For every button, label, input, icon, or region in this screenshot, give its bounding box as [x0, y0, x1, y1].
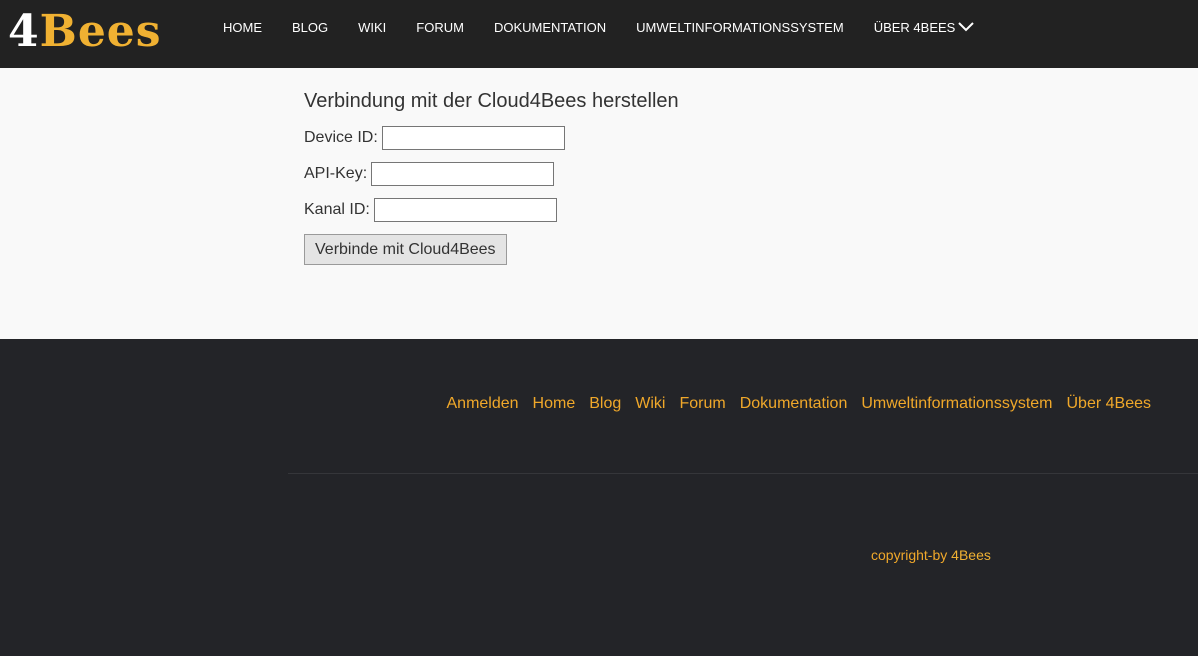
device-id-label: Device ID:: [304, 129, 378, 146]
connect-cloud-button[interactable]: Verbinde mit Cloud4Bees: [304, 234, 507, 265]
footer-link-blog[interactable]: Blog: [589, 395, 621, 413]
footer-link-umweltinformationssystem[interactable]: Umweltinformationssystem: [861, 395, 1052, 413]
nav-item-forum[interactable]: FORUM: [401, 0, 479, 56]
nav-item-dokumentation[interactable]: DOKUMENTATION: [479, 0, 621, 56]
device-id-input[interactable]: [381, 126, 565, 150]
nav-label: UMWELTINFORMATIONSSYSTEM: [636, 20, 844, 35]
footer-nav: Anmelden Home Blog Wiki Forum Dokumentat…: [433, 395, 1152, 413]
nav-item-wiki[interactable]: WIKI: [343, 0, 401, 56]
footer-link-forum[interactable]: Forum: [679, 395, 725, 413]
channel-id-label: Kanal ID:: [304, 201, 370, 218]
logo-text-four: 4: [8, 6, 40, 57]
footer-link-anmelden[interactable]: Anmelden: [447, 395, 519, 413]
channel-id-input[interactable]: [373, 198, 557, 222]
cloud-connect-form: Verbindung mit der Cloud4Bees herstellen…: [304, 89, 679, 265]
channel-id-row: Kanal ID:: [304, 197, 679, 223]
footer-link-dokumentation[interactable]: Dokumentation: [740, 395, 848, 413]
top-navbar: 4Bees HOME BLOG WIKI FORUM DOKUMENTATION…: [0, 0, 1198, 68]
nav-label: DOKUMENTATION: [493, 20, 607, 35]
copyright-brand-link[interactable]: 4Bees: [951, 547, 991, 563]
nav-label: WIKI: [358, 20, 387, 35]
form-title: Verbindung mit der Cloud4Bees herstellen: [304, 90, 679, 112]
footer-link-wiki[interactable]: Wiki: [635, 395, 665, 413]
footer-link-ueber-4bees[interactable]: Über 4Bees: [1067, 395, 1152, 413]
logo-text-bees: Bees: [39, 6, 162, 57]
nav-label: HOME: [223, 20, 262, 35]
api-key-input[interactable]: [371, 162, 555, 186]
footer: Anmelden Home Blog Wiki Forum Dokumentat…: [0, 339, 1198, 656]
footer-divider: [288, 473, 1198, 474]
api-key-row: API-Key:: [304, 161, 679, 187]
nav-item-home[interactable]: HOME: [208, 0, 277, 56]
device-id-row: Device ID:: [304, 125, 679, 151]
nav-label: BLOG: [292, 20, 329, 35]
copyright-text: copyright-by 4Bees: [871, 547, 991, 563]
chevron-down-icon: [958, 0, 975, 56]
api-key-label: API-Key:: [304, 165, 368, 182]
main-content: Verbindung mit der Cloud4Bees herstellen…: [0, 68, 1198, 339]
main-nav: HOME BLOG WIKI FORUM DOKUMENTATION UMWEL…: [208, 0, 989, 56]
nav-label: ÜBER 4BEES: [873, 20, 956, 35]
footer-link-home[interactable]: Home: [533, 395, 576, 413]
nav-item-ueber-4bees[interactable]: ÜBER 4BEES: [859, 0, 990, 56]
nav-item-blog[interactable]: BLOG: [277, 0, 343, 56]
copyright-prefix: copyright-by: [871, 547, 948, 563]
brand-logo[interactable]: 4Bees: [8, 8, 162, 56]
nav-label: FORUM: [416, 20, 464, 35]
nav-item-umweltinformationssystem[interactable]: UMWELTINFORMATIONSSYSTEM: [621, 0, 859, 56]
